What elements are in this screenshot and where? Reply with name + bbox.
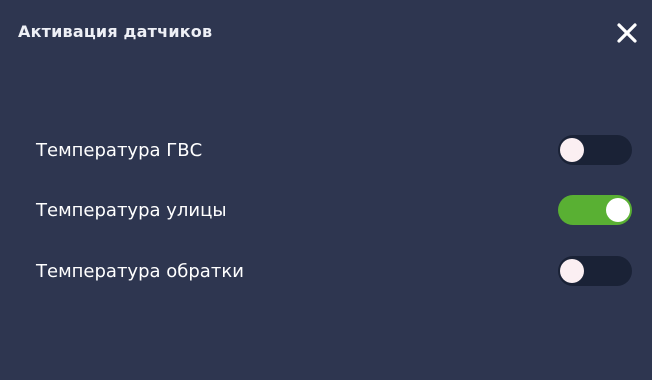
close-icon[interactable] — [614, 20, 640, 46]
sensor-label-hot-water: Температура ГВС — [36, 140, 203, 161]
sensor-row-hot-water: Температура ГВС — [36, 135, 632, 165]
toggle-return[interactable] — [558, 256, 632, 286]
toggle-knob — [560, 259, 584, 283]
toggle-hot-water[interactable] — [558, 135, 632, 165]
dialog-title: Активация датчиков — [18, 22, 213, 41]
sensor-row-outdoor: Температура улицы — [36, 195, 632, 225]
sensor-row-return: Температура обратки — [36, 256, 632, 286]
toggle-knob — [560, 138, 584, 162]
toggle-outdoor[interactable] — [558, 195, 632, 225]
sensor-activation-dialog: Активация датчиков Температура ГВС Темпе… — [0, 0, 652, 380]
sensor-label-outdoor: Температура улицы — [36, 200, 227, 221]
sensor-label-return: Температура обратки — [36, 261, 244, 282]
toggle-knob — [606, 198, 630, 222]
